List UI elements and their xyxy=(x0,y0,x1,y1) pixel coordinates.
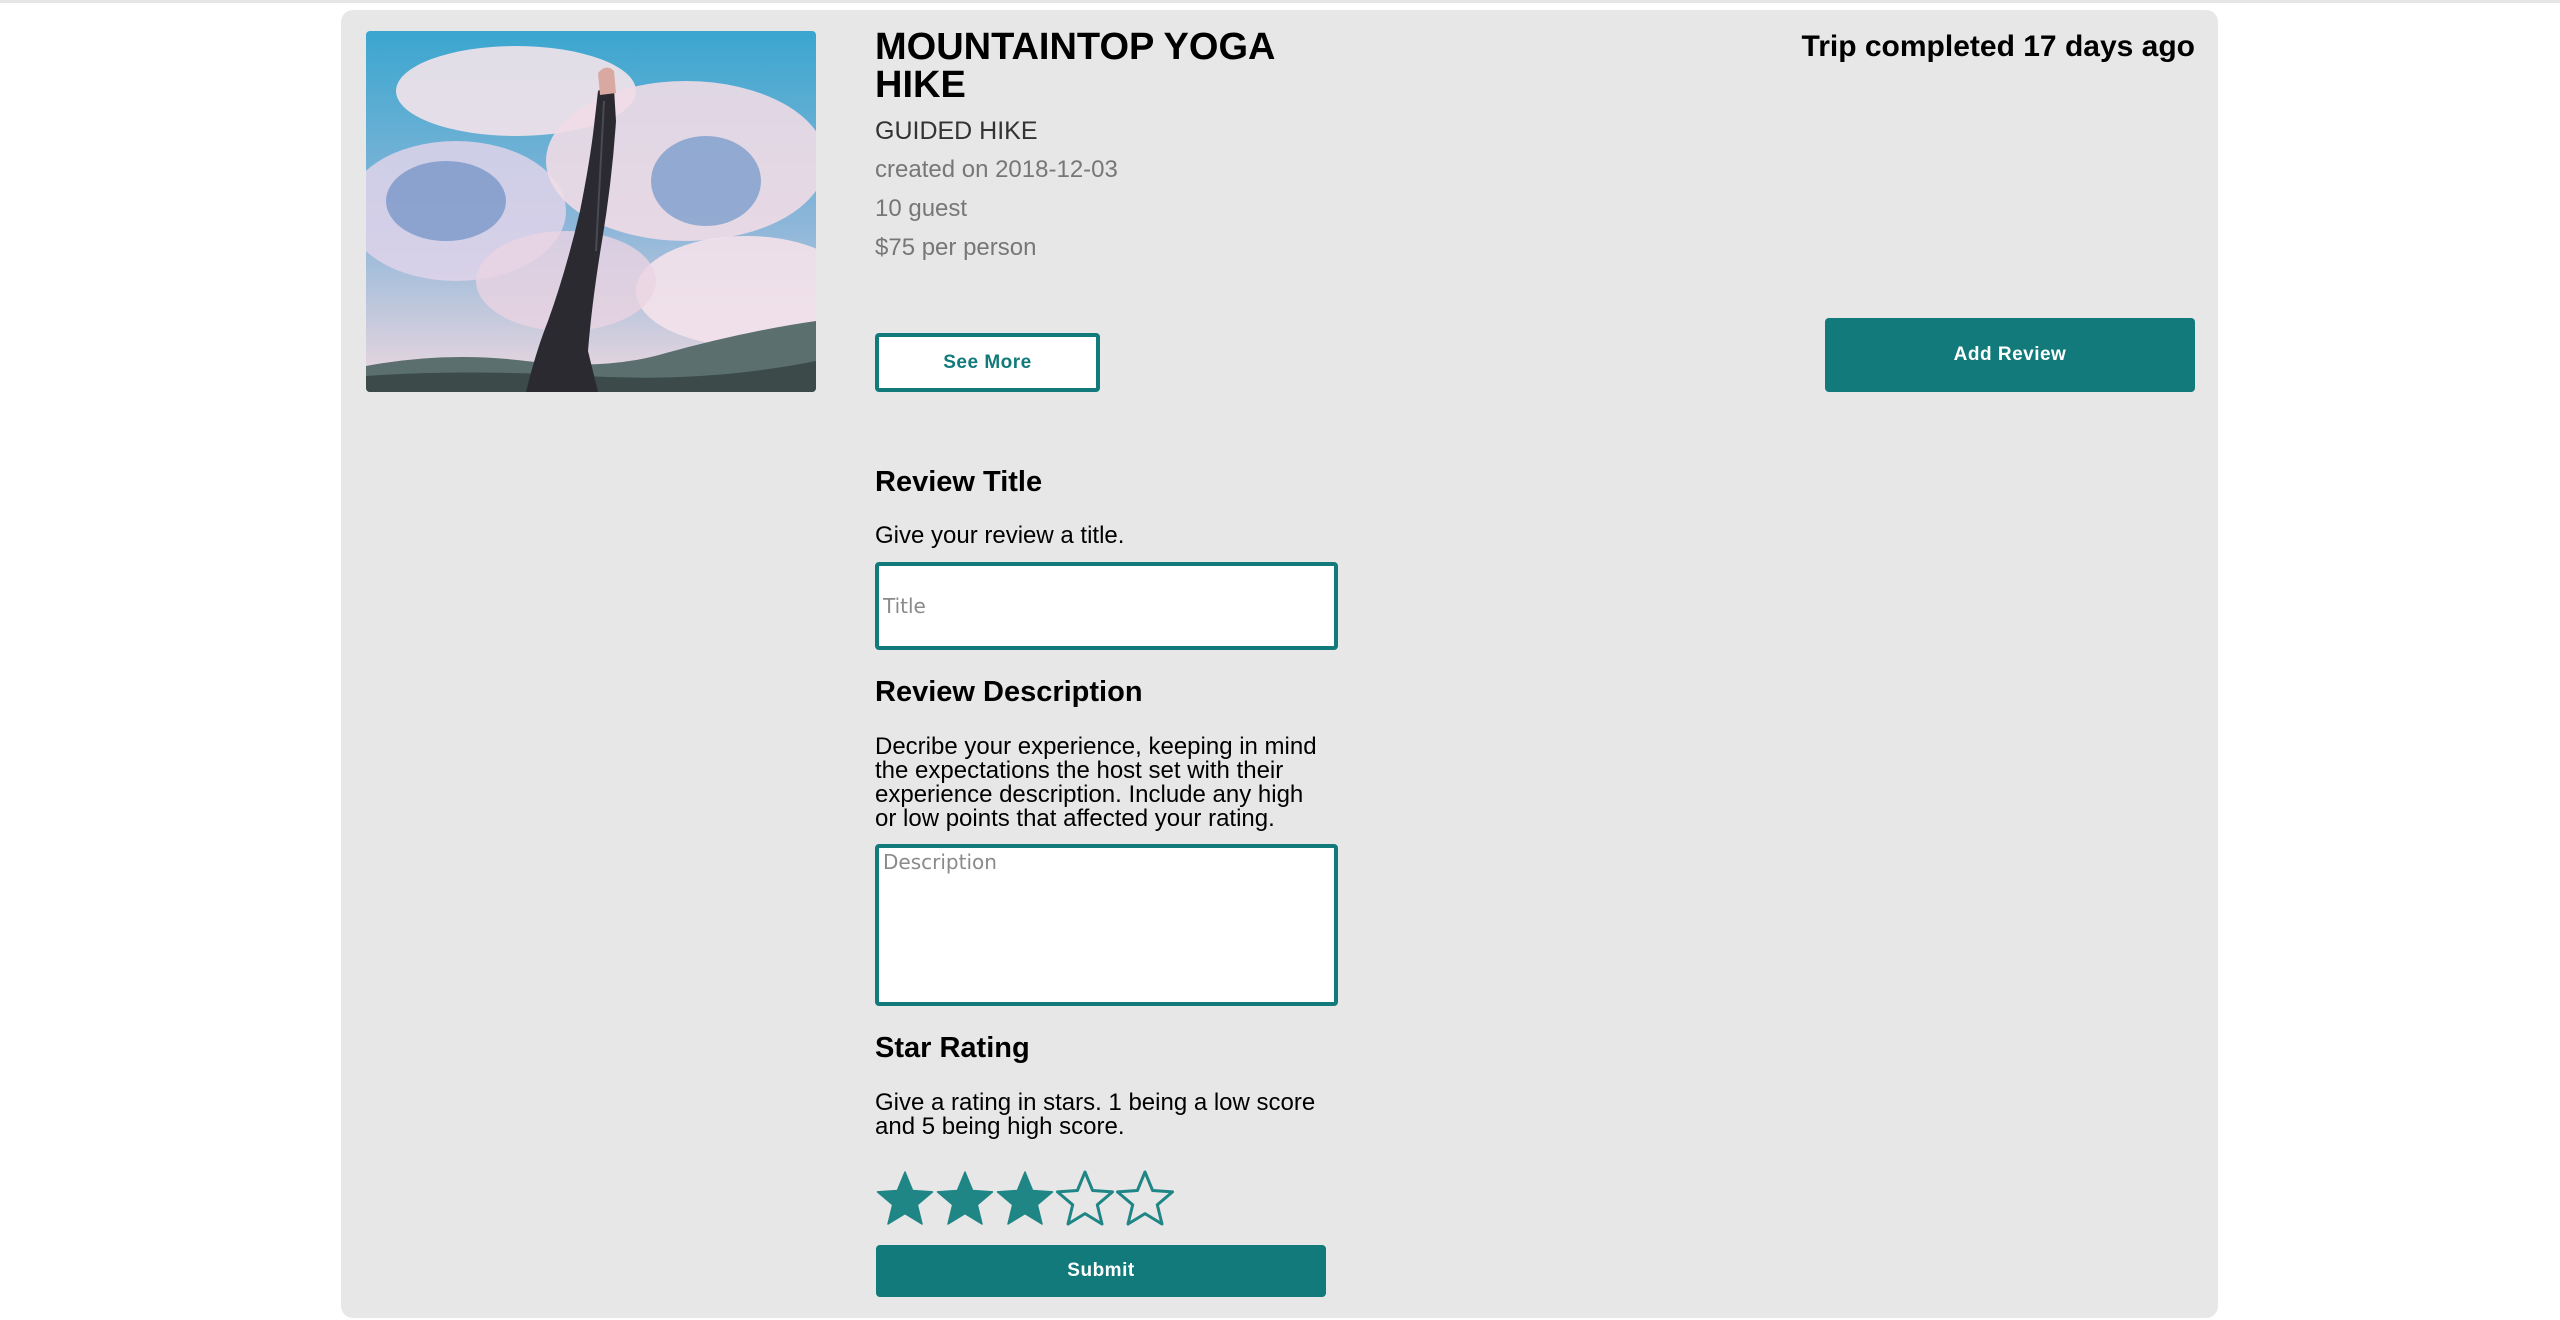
review-description-input[interactable] xyxy=(875,844,1338,1006)
trip-title: MOUNTAINTOP YOGA HIKE xyxy=(875,26,1275,106)
star-icon[interactable] xyxy=(875,1169,935,1229)
see-more-button[interactable]: See More xyxy=(875,333,1100,392)
review-title-heading: Review Title xyxy=(875,466,1043,498)
review-title-input[interactable] xyxy=(875,562,1338,650)
star-rating-heading: Star Rating xyxy=(875,1032,1030,1064)
price-per-person: $75 per person xyxy=(875,234,1037,261)
trip-status: Trip completed 17 days ago xyxy=(1801,30,2195,63)
star-icon[interactable] xyxy=(1115,1169,1175,1229)
trip-photo xyxy=(366,31,816,392)
review-description-heading: Review Description xyxy=(875,676,1143,708)
submit-button[interactable]: Submit xyxy=(876,1245,1326,1297)
review-description-help: Decribe your experience, keeping in mind… xyxy=(875,733,1317,832)
add-review-button[interactable]: Add Review xyxy=(1825,318,2195,392)
guest-count: 10 guest xyxy=(875,195,968,222)
created-date: created on 2018-12-03 xyxy=(875,156,1118,183)
star-rating xyxy=(875,1169,1175,1229)
trip-type: GUIDED HIKE xyxy=(875,117,1038,145)
star-icon[interactable] xyxy=(995,1169,1055,1229)
top-divider xyxy=(0,0,2560,3)
star-icon[interactable] xyxy=(1055,1169,1115,1229)
star-icon[interactable] xyxy=(935,1169,995,1229)
review-title-help: Give your review a title. xyxy=(875,522,1125,549)
star-rating-help: Give a rating in stars. 1 being a low sc… xyxy=(875,1089,1316,1140)
